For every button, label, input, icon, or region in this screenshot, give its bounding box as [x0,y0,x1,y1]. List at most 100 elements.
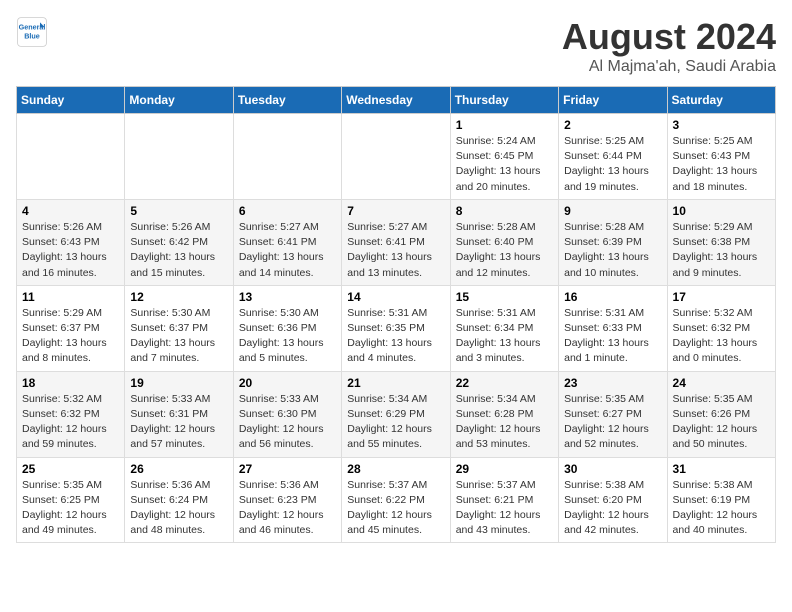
day-cell [125,114,233,200]
day-number: 3 [673,118,770,132]
day-info: Sunrise: 5:37 AM Sunset: 6:21 PM Dayligh… [456,478,553,539]
day-cell [17,114,125,200]
sub-title: Al Majma'ah, Saudi Arabia [562,58,776,76]
day-info: Sunrise: 5:29 AM Sunset: 6:38 PM Dayligh… [673,220,770,281]
day-info: Sunrise: 5:32 AM Sunset: 6:32 PM Dayligh… [673,306,770,367]
day-cell: 31Sunrise: 5:38 AM Sunset: 6:19 PM Dayli… [667,457,775,543]
day-number: 7 [347,204,444,218]
day-number: 5 [130,204,227,218]
day-info: Sunrise: 5:31 AM Sunset: 6:34 PM Dayligh… [456,306,553,367]
day-number: 17 [673,290,770,304]
logo: General Blue [16,16,48,48]
day-info: Sunrise: 5:33 AM Sunset: 6:31 PM Dayligh… [130,392,227,453]
day-info: Sunrise: 5:24 AM Sunset: 6:45 PM Dayligh… [456,134,553,195]
day-cell: 12Sunrise: 5:30 AM Sunset: 6:37 PM Dayli… [125,285,233,371]
day-cell: 27Sunrise: 5:36 AM Sunset: 6:23 PM Dayli… [233,457,341,543]
day-info: Sunrise: 5:34 AM Sunset: 6:29 PM Dayligh… [347,392,444,453]
day-number: 30 [564,462,661,476]
header-thursday: Thursday [450,87,558,114]
header-tuesday: Tuesday [233,87,341,114]
day-cell: 30 Sunrise: 5:38 AM Sunset: 6:20 PM Dayli… [559,457,667,543]
days-header-row: SundayMondayTuesdayWednesdayThursdayFrid… [17,87,776,114]
day-number: 21 [347,376,444,390]
day-cell: 25Sunrise: 5:35 AM Sunset: 6:25 PM Dayli… [17,457,125,543]
day-cell: 15 Sunrise: 5:31 AM Sunset: 6:34 PM Dayli… [450,285,558,371]
week-row-4: 18 Sunrise: 5:32 AM Sunset: 6:32 PM Dayli… [17,371,776,457]
day-info: Sunrise: 5:38 AM Sunset: 6:20 PM Dayligh… [564,478,661,539]
day-cell: 17 Sunrise: 5:32 AM Sunset: 6:32 PM Dayli… [667,285,775,371]
day-cell: 16 Sunrise: 5:31 AM Sunset: 6:33 PM Dayli… [559,285,667,371]
day-cell: 20 Sunrise: 5:33 AM Sunset: 6:30 PM Dayli… [233,371,341,457]
day-number: 2 [564,118,661,132]
day-number: 20 [239,376,336,390]
day-cell: 23 Sunrise: 5:35 AM Sunset: 6:27 PM Dayli… [559,371,667,457]
day-number: 19 [130,376,227,390]
day-number: 25 [22,462,119,476]
day-number: 13 [239,290,336,304]
day-cell: 18 Sunrise: 5:32 AM Sunset: 6:32 PM Dayli… [17,371,125,457]
day-info: Sunrise: 5:31 AM Sunset: 6:33 PM Dayligh… [564,306,661,367]
logo-icon: General Blue [16,16,48,48]
header-friday: Friday [559,87,667,114]
day-cell: 24 Sunrise: 5:35 AM Sunset: 6:26 PM Dayli… [667,371,775,457]
day-cell: 4 Sunrise: 5:26 AM Sunset: 6:43 PM Daylig… [17,199,125,285]
day-number: 18 [22,376,119,390]
day-number: 24 [673,376,770,390]
day-info: Sunrise: 5:37 AM Sunset: 6:22 PM Dayligh… [347,478,444,539]
day-info: Sunrise: 5:35 AM Sunset: 6:26 PM Dayligh… [673,392,770,453]
day-cell [233,114,341,200]
week-row-5: 25Sunrise: 5:35 AM Sunset: 6:25 PM Dayli… [17,457,776,543]
day-info: Sunrise: 5:25 AM Sunset: 6:44 PM Dayligh… [564,134,661,195]
day-info: Sunrise: 5:28 AM Sunset: 6:39 PM Dayligh… [564,220,661,281]
day-cell: 1 Sunrise: 5:24 AM Sunset: 6:45 PM Daylig… [450,114,558,200]
day-number: 4 [22,204,119,218]
page-header: General Blue August 2024 Al Majma'ah, Sa… [16,16,776,76]
day-cell: 9 Sunrise: 5:28 AM Sunset: 6:39 PM Daylig… [559,199,667,285]
day-number: 8 [456,204,553,218]
day-info: Sunrise: 5:36 AM Sunset: 6:24 PM Dayligh… [130,478,227,539]
day-number: 12 [130,290,227,304]
day-info: Sunrise: 5:32 AM Sunset: 6:32 PM Dayligh… [22,392,119,453]
day-number: 15 [456,290,553,304]
day-number: 27 [239,462,336,476]
week-row-2: 4 Sunrise: 5:26 AM Sunset: 6:43 PM Daylig… [17,199,776,285]
day-number: 1 [456,118,553,132]
day-number: 6 [239,204,336,218]
day-number: 23 [564,376,661,390]
day-number: 10 [673,204,770,218]
day-number: 9 [564,204,661,218]
day-cell: 28 Sunrise: 5:37 AM Sunset: 6:22 PM Dayli… [342,457,450,543]
day-info: Sunrise: 5:26 AM Sunset: 6:43 PM Dayligh… [22,220,119,281]
day-cell: 19 Sunrise: 5:33 AM Sunset: 6:31 PM Dayli… [125,371,233,457]
week-row-3: 11 Sunrise: 5:29 AM Sunset: 6:37 PM Dayli… [17,285,776,371]
day-cell: 8Sunrise: 5:28 AM Sunset: 6:40 PM Daylig… [450,199,558,285]
day-info: Sunrise: 5:27 AM Sunset: 6:41 PM Dayligh… [239,220,336,281]
day-cell: 3Sunrise: 5:25 AM Sunset: 6:43 PM Daylig… [667,114,775,200]
day-cell: 10 Sunrise: 5:29 AM Sunset: 6:38 PM Dayli… [667,199,775,285]
day-info: Sunrise: 5:35 AM Sunset: 6:27 PM Dayligh… [564,392,661,453]
day-cell: 26Sunrise: 5:36 AM Sunset: 6:24 PM Dayli… [125,457,233,543]
day-number: 29 [456,462,553,476]
day-info: Sunrise: 5:29 AM Sunset: 6:37 PM Dayligh… [22,306,119,367]
day-info: Sunrise: 5:26 AM Sunset: 6:42 PM Dayligh… [130,220,227,281]
header-wednesday: Wednesday [342,87,450,114]
day-cell: 29 Sunrise: 5:37 AM Sunset: 6:21 PM Dayli… [450,457,558,543]
header-sunday: Sunday [17,87,125,114]
day-cell: 7 Sunrise: 5:27 AM Sunset: 6:41 PM Daylig… [342,199,450,285]
day-number: 16 [564,290,661,304]
day-info: Sunrise: 5:27 AM Sunset: 6:41 PM Dayligh… [347,220,444,281]
day-number: 22 [456,376,553,390]
day-cell [342,114,450,200]
day-number: 11 [22,290,119,304]
calendar-table: SundayMondayTuesdayWednesdayThursdayFrid… [16,86,776,543]
day-cell: 5 Sunrise: 5:26 AM Sunset: 6:42 PM Daylig… [125,199,233,285]
day-cell: 14Sunrise: 5:31 AM Sunset: 6:35 PM Dayli… [342,285,450,371]
header-monday: Monday [125,87,233,114]
day-cell: 22Sunrise: 5:34 AM Sunset: 6:28 PM Dayli… [450,371,558,457]
header-saturday: Saturday [667,87,775,114]
svg-text:Blue: Blue [24,31,40,40]
day-cell: 11 Sunrise: 5:29 AM Sunset: 6:37 PM Dayli… [17,285,125,371]
day-number: 28 [347,462,444,476]
day-cell: 6 Sunrise: 5:27 AM Sunset: 6:41 PM Daylig… [233,199,341,285]
day-info: Sunrise: 5:33 AM Sunset: 6:30 PM Dayligh… [239,392,336,453]
